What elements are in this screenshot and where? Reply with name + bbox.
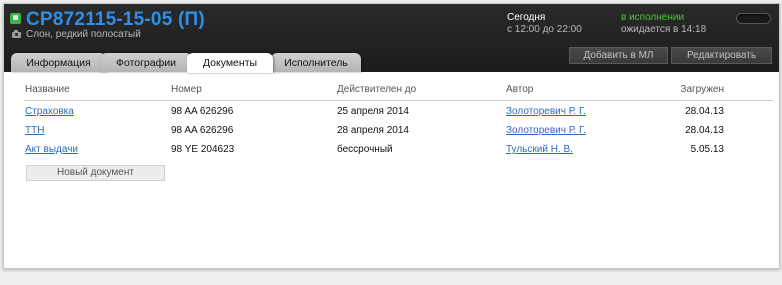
order-card: CP872115-15-05 (П) Слон, редкий полосаты… (3, 3, 780, 269)
header-divider (24, 100, 773, 101)
edit-button[interactable]: Редактировать (671, 47, 772, 64)
document-uploaded-date: 5.05.13 (690, 144, 724, 155)
tab-documents[interactable]: Документы (187, 53, 273, 73)
document-author-link[interactable]: Золоторевич Р. Г. (506, 106, 586, 117)
tab-info[interactable]: Информация (11, 53, 106, 72)
column-header-name: Название (25, 84, 70, 95)
document-valid-until: 25 апреля 2014 (337, 106, 409, 117)
document-number: 98 AA 626296 (171, 125, 234, 136)
document-number: 98 AA 626296 (171, 106, 234, 117)
document-valid-until: бессрочный (337, 144, 393, 155)
column-header-number: Номер (171, 84, 202, 95)
order-header: CP872115-15-05 (П) Слон, редкий полосаты… (4, 4, 779, 73)
document-name-link[interactable]: ТТН (25, 125, 44, 136)
status-text: в исполнении (621, 12, 685, 23)
camera-icon (12, 30, 21, 38)
new-document-button[interactable]: Новый документ (26, 165, 165, 181)
column-header-uploaded: Загружен (680, 84, 724, 95)
expected-time: ожидается в 14:18 (621, 24, 707, 35)
document-name-link[interactable]: Страховка (25, 106, 74, 117)
order-subtitle: Слон, редкий полосатый (26, 29, 141, 40)
document-name-link[interactable]: Акт выдачи (25, 144, 78, 155)
document-valid-until: 28 апреля 2014 (337, 125, 409, 136)
status-square-icon (10, 13, 21, 24)
document-author-link[interactable]: Золоторевич Р. Г. (506, 125, 586, 136)
document-uploaded-date: 28.04.13 (685, 106, 724, 117)
toggle-switch[interactable] (736, 13, 771, 24)
document-uploaded-date: 28.04.13 (685, 125, 724, 136)
column-header-valid-until: Действителен до (337, 84, 417, 95)
today-time-range: с 12:00 до 22:00 (507, 24, 582, 35)
document-author-link[interactable]: Тульский Н. В. (506, 144, 573, 155)
tab-performer[interactable]: Исполнитель (271, 53, 361, 72)
order-title: CP872115-15-05 (П) (26, 9, 205, 30)
document-number: 98 YE 204623 (171, 144, 235, 155)
tab-photos[interactable]: Фотографии (100, 53, 192, 72)
add-to-ml-button[interactable]: Добавить в МЛ (569, 47, 668, 64)
today-label: Сегодня (507, 12, 546, 23)
column-header-author: Автор (506, 84, 534, 95)
